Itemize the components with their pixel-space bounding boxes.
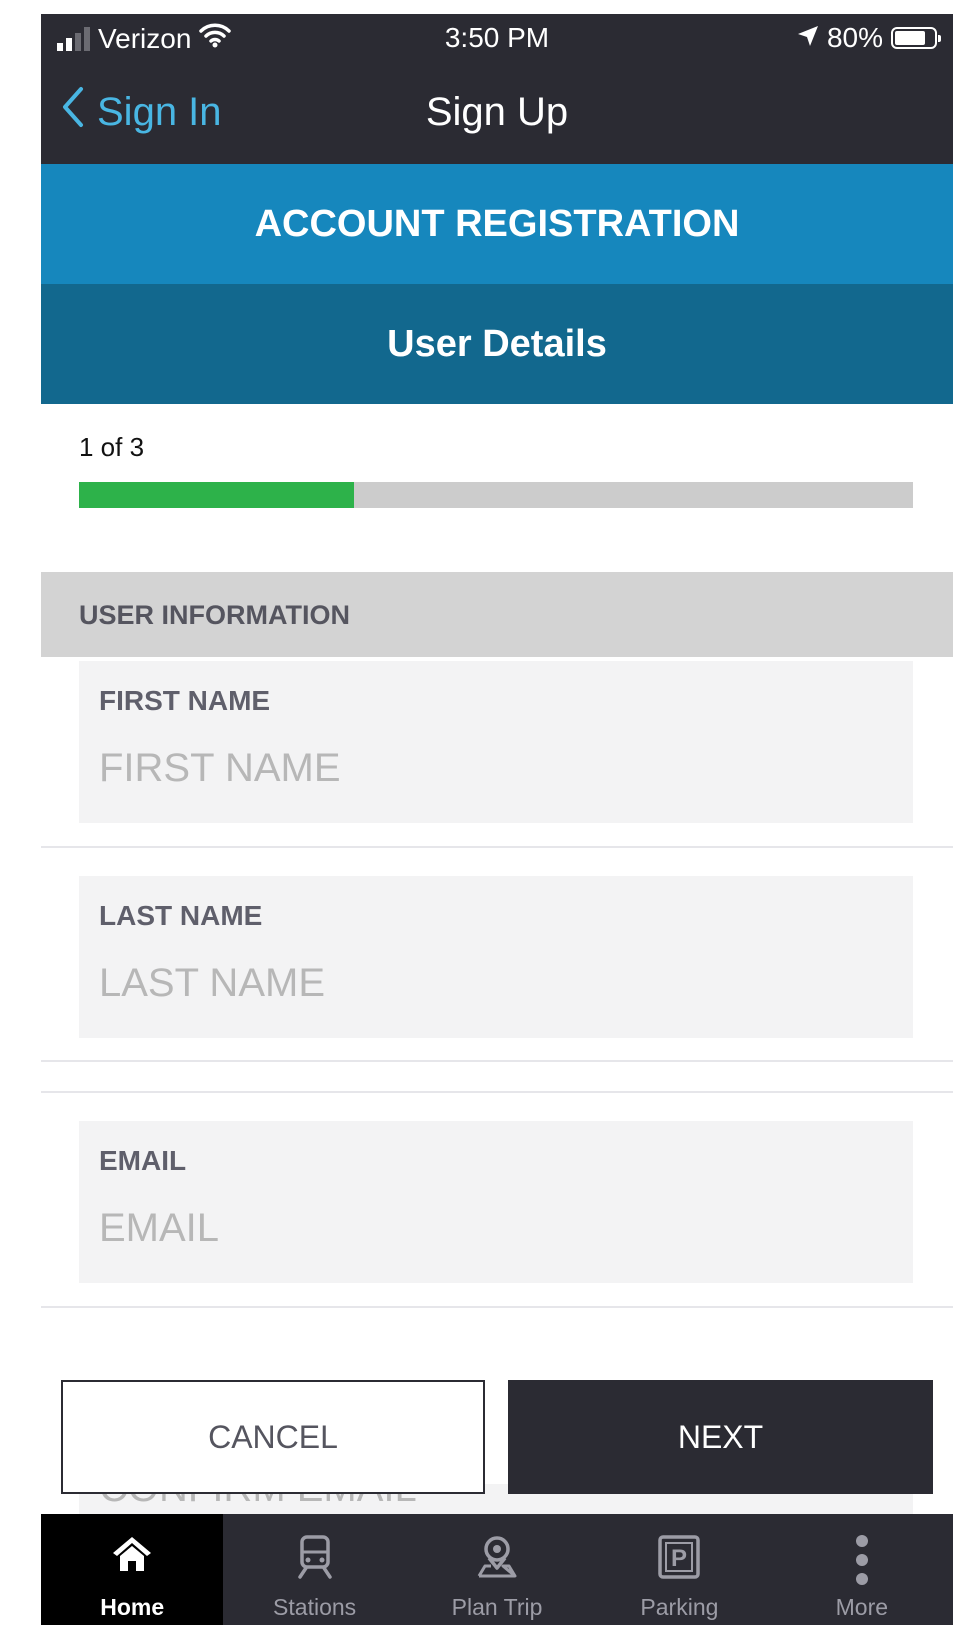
parking-icon: P (588, 1534, 770, 1584)
tab-plan-trip[interactable]: Plan Trip (406, 1514, 588, 1625)
map-pin-icon (406, 1534, 588, 1584)
progress-bar-fill (79, 482, 355, 508)
page-title: Sign Up (425, 90, 569, 134)
email-label: EMAIL (99, 1145, 187, 1176)
progress-bar (79, 482, 913, 508)
registration-banner: ACCOUNT REGISTRATION (41, 164, 953, 284)
phone-screen: Verizon 3:50 PM 80% Sign In Sign Up ACCO… (41, 14, 953, 1625)
tab-more-label: More (835, 1594, 889, 1620)
email-input[interactable] (99, 1203, 879, 1253)
first-name-field: FIRST NAME (79, 661, 913, 823)
tab-bar: Home Stations Plan Trip P Parking More (41, 1514, 953, 1625)
status-right: 80% (797, 22, 941, 54)
tab-home[interactable]: Home (41, 1514, 224, 1625)
first-name-label: FIRST NAME (99, 685, 271, 716)
cancel-button-label: CANCEL (208, 1418, 338, 1455)
step-indicator: 1 of 3 (79, 432, 145, 462)
last-name-field: LAST NAME (79, 876, 913, 1038)
details-banner: User Details (41, 284, 953, 404)
tab-plan-trip-label: Plan Trip (451, 1594, 543, 1620)
status-bar: Verizon 3:50 PM 80% (41, 14, 953, 64)
svg-text:P: P (671, 1545, 687, 1572)
divider (41, 1091, 953, 1093)
tab-parking-label: Parking (640, 1594, 719, 1620)
location-arrow-icon (797, 22, 819, 54)
battery-icon (891, 27, 941, 49)
more-vertical-icon (771, 1534, 953, 1585)
next-button[interactable]: NEXT (508, 1380, 933, 1494)
home-icon (41, 1534, 223, 1584)
registration-title: ACCOUNT REGISTRATION (254, 202, 740, 245)
tab-parking[interactable]: P Parking (588, 1514, 770, 1625)
tab-stations[interactable]: Stations (223, 1514, 405, 1625)
battery-percent: 80% (826, 22, 883, 53)
divider (41, 1060, 953, 1062)
details-subtitle: User Details (387, 322, 607, 365)
divider (41, 1306, 953, 1308)
email-field: EMAIL (79, 1121, 913, 1283)
cancel-button[interactable]: CANCEL (61, 1380, 485, 1494)
last-name-label: LAST NAME (99, 900, 263, 931)
train-icon (223, 1534, 405, 1584)
tab-more[interactable]: More (771, 1514, 953, 1625)
next-button-label: NEXT (677, 1418, 764, 1455)
last-name-input[interactable] (99, 958, 879, 1008)
divider (41, 846, 953, 848)
tab-stations-label: Stations (273, 1594, 357, 1620)
tab-home-label: Home (100, 1594, 165, 1620)
section-header: USER INFORMATION (41, 572, 953, 657)
battery-level-fill (895, 31, 926, 45)
first-name-input[interactable] (99, 743, 879, 793)
navigation-bar: Sign In Sign Up (41, 64, 953, 164)
section-title: USER INFORMATION (79, 600, 350, 630)
